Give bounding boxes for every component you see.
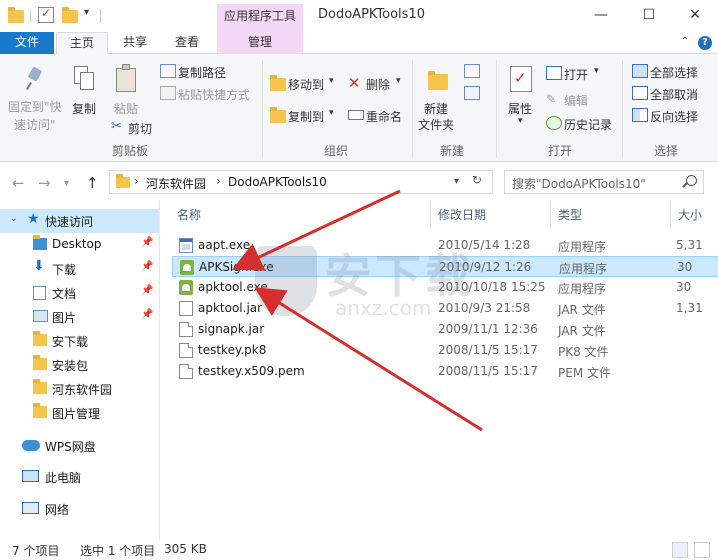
- item-count: 7 个项目: [12, 544, 60, 558]
- status-bar: 7 个项目 选中 1 个项目 305 KB: [0, 540, 718, 560]
- annotation-arrows: [231, 189, 483, 432]
- arrow-to-apktool: [254, 287, 483, 432]
- selected-count: 选中 1 个项目: [80, 544, 156, 558]
- details-view-icon[interactable]: [672, 542, 688, 558]
- arrow-to-apksign: [231, 189, 401, 271]
- large-icons-view-icon[interactable]: [694, 542, 710, 558]
- selected-size: 305 KB: [164, 542, 207, 556]
